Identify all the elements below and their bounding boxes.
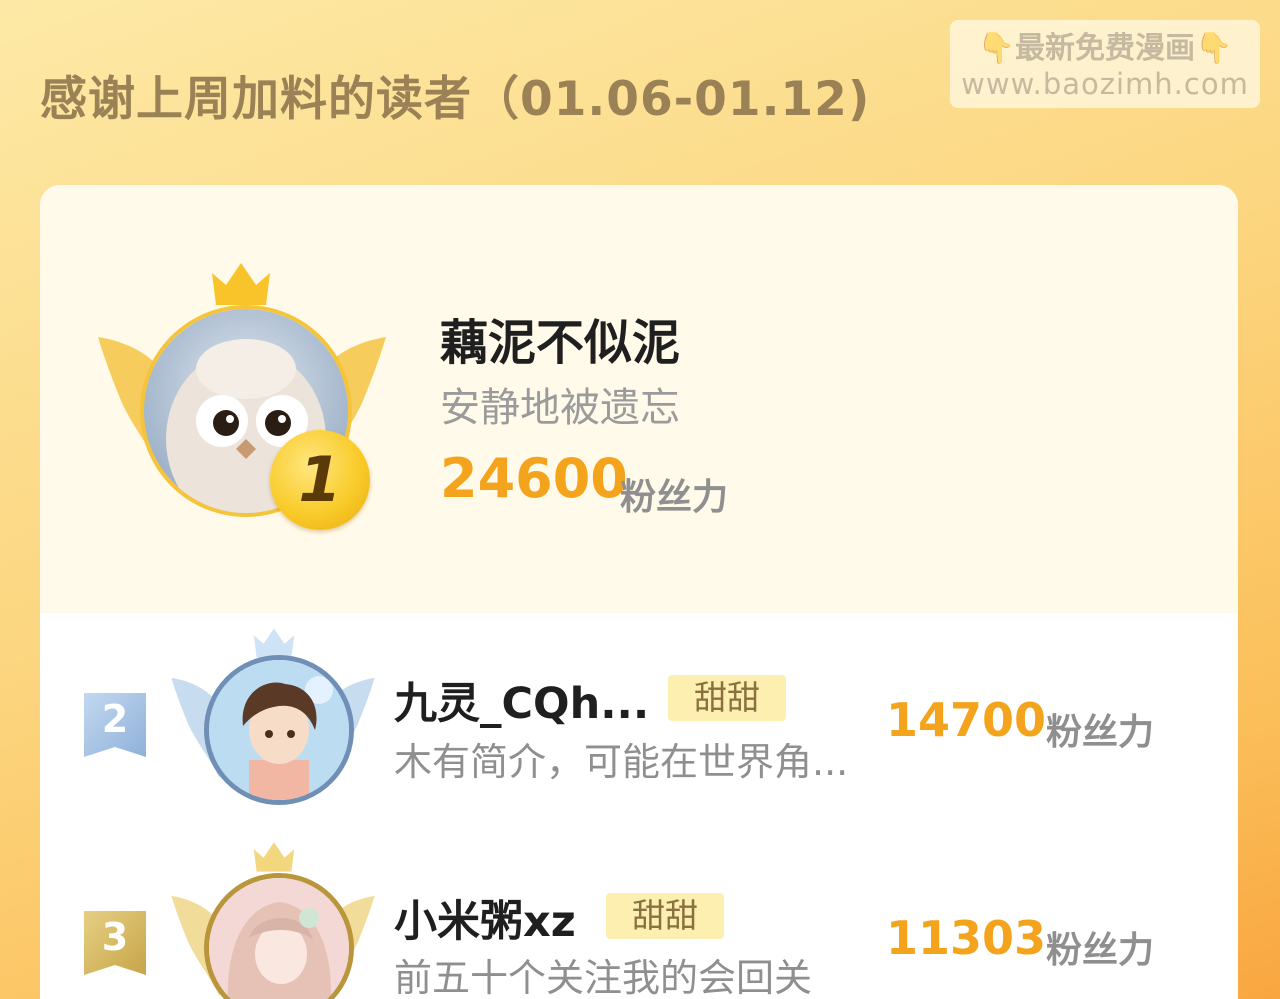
top-reader-card[interactable]: 1 藕泥不似泥 安静地被遗忘 24600 粉丝力 (40, 185, 1238, 613)
crown-icon (253, 842, 295, 872)
rank-3-number: 3 (101, 915, 129, 959)
gold-medal-icon: 1 (270, 430, 370, 530)
reader-score: 11303 (886, 911, 1047, 965)
avatar-anime-boy-image (209, 660, 349, 800)
top-reader-bio: 安静地被遗忘 (440, 385, 680, 431)
leaderboard-panel: 1 藕泥不似泥 安静地被遗忘 24600 粉丝力 2 九灵_CQh... 甜甜 … (40, 185, 1238, 999)
reader-bio: 前五十个关注我的会回关 (394, 956, 813, 999)
reader-score-unit: 粉丝力 (1046, 930, 1155, 971)
avatar-anime-girl-image (209, 878, 349, 999)
page-title: 感谢上周加料的读者（01.06-01.12) (40, 72, 871, 127)
crown-icon (212, 263, 270, 305)
reader-name[interactable]: 九灵_CQh... (394, 669, 649, 731)
reader-tag-badge: 甜甜 (606, 893, 724, 939)
top-reader-score: 24600 (440, 447, 628, 510)
reader-tag-badge: 甜甜 (668, 675, 786, 721)
reader-avatar[interactable] (204, 655, 354, 805)
watermark-line1: 👇最新免费漫画👇 (977, 31, 1233, 66)
reader-name[interactable]: 小米粥xz (394, 887, 576, 949)
top-reader-name[interactable]: 藕泥不似泥 (440, 303, 680, 373)
top-reader-score-unit: 粉丝力 (620, 477, 729, 518)
reader-bio: 木有简介，可能在世界角... (394, 740, 849, 784)
reader-score: 14700 (886, 693, 1047, 747)
rank-2-number: 2 (101, 697, 129, 741)
watermark-line2: www.baozimh.com (961, 67, 1249, 101)
watermark: 👇最新免费漫画👇 www.baozimh.com (950, 20, 1260, 108)
reader-score-unit: 粉丝力 (1046, 712, 1155, 753)
